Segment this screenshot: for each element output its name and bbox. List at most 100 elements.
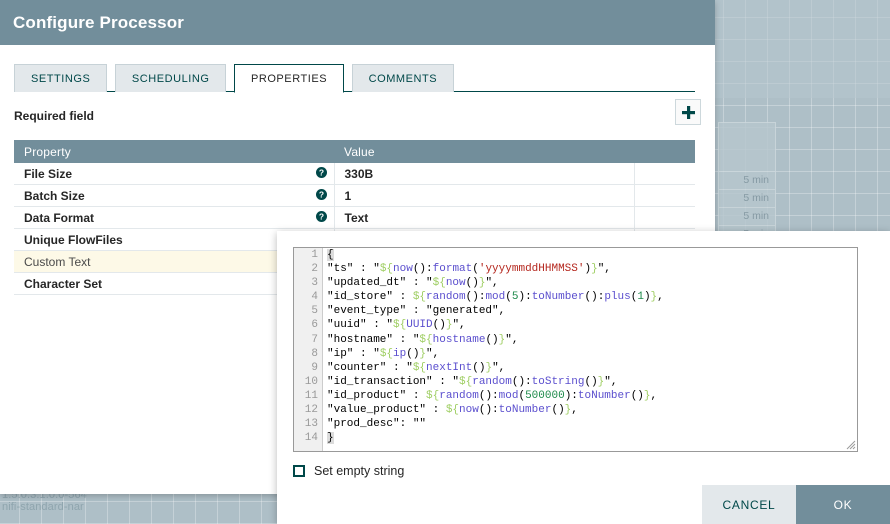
tab-properties[interactable]: PROPERTIES: [233, 64, 345, 93]
code-token: (): [630, 389, 644, 402]
code-token: ${: [379, 347, 394, 360]
code-token: "uuid" : ": [327, 319, 394, 332]
property-name-cell[interactable]: Data Format ?: [14, 206, 334, 229]
code-token: }: [591, 263, 598, 276]
cancel-button[interactable]: CANCEL: [702, 485, 796, 524]
tab-scheduling[interactable]: SCHEDULING: [114, 64, 227, 92]
column-header-value: Value: [334, 140, 695, 163]
code-token: mod: [485, 291, 506, 304]
code-token: (): [485, 333, 499, 346]
code-token: "id_store" :: [327, 291, 413, 304]
code-token: random: [426, 291, 466, 304]
code-token: ",: [452, 319, 466, 332]
property-value-cell[interactable]: 330B: [333, 163, 634, 185]
code-token: toString: [531, 375, 585, 388]
resize-grip-icon[interactable]: [844, 438, 856, 450]
code-token: "value_product" :: [327, 404, 446, 417]
version-artifact: nifi-standard-nar: [2, 501, 84, 513]
code-token: now: [445, 277, 466, 290]
svg-text:?: ?: [318, 167, 323, 177]
code-token: ",: [485, 277, 499, 290]
code-token: ():: [478, 404, 499, 417]
code-line[interactable]: "id_transaction" : "${random():toString(…: [325, 375, 857, 389]
property-name-cell[interactable]: Batch Size ?: [14, 184, 334, 207]
code-token: ():: [412, 263, 433, 276]
code-line[interactable]: "id_store" : ${random():mod(5):toNumber(…: [325, 290, 857, 304]
property-name: File Size: [24, 166, 73, 181]
property-action-cell[interactable]: [633, 184, 695, 207]
code-token: now: [393, 263, 413, 276]
code-token: ${: [445, 404, 460, 417]
code-token: (): [432, 319, 446, 332]
code-line[interactable]: "ts" : "${now():format('yyyymmddHHMMSS')…: [325, 262, 857, 276]
code-line[interactable]: "updated_dt" : "${now()}",: [325, 276, 857, 290]
property-name-cell[interactable]: File Size ?: [14, 163, 334, 185]
table-header-row: Property Value: [14, 140, 695, 163]
line-number: 12: [304, 404, 318, 417]
code-token: }: [643, 389, 651, 402]
line-number: 11: [304, 389, 318, 402]
value-editor-footer: CANCEL OK: [277, 485, 890, 524]
line-number: 13: [304, 418, 318, 431]
code-line[interactable]: "counter" : "${nextInt()}",: [325, 361, 857, 375]
set-empty-string-label: Set empty string: [314, 464, 405, 478]
code-line[interactable]: "prod_desc": "": [325, 417, 857, 431]
table-row[interactable]: File Size ? 330B: [14, 163, 695, 185]
line-number: 2: [311, 263, 318, 276]
add-property-button[interactable]: [675, 99, 701, 125]
code-token: ,: [657, 291, 664, 304]
code-line[interactable]: {: [325, 248, 857, 262]
set-empty-string-checkbox[interactable]: [293, 465, 305, 477]
code-token: "updated_dt" : ": [327, 277, 433, 290]
line-number: 14: [304, 432, 318, 445]
code-token: (): [551, 404, 565, 417]
code-token: ():: [584, 291, 605, 304]
tab-bar: SETTINGS SCHEDULING PROPERTIES COMMENTS: [14, 63, 695, 93]
code-line[interactable]: "uuid" : "${UUID()}",: [325, 318, 857, 332]
code-line[interactable]: "id_product" : ${random():mod(500000):to…: [325, 389, 857, 403]
value-editor-body: 1 2 3 4 5 6 7 8 9 10 11 12 13 14 {"ts" : "${now():for…: [277, 231, 890, 480]
code-line[interactable]: "value_product" : ${now():toNumber()},: [325, 403, 857, 417]
code-editor[interactable]: 1 2 3 4 5 6 7 8 9 10 11 12 13 14 {"ts" : "${now():for…: [293, 247, 858, 452]
value-editor-dialog: 1 2 3 4 5 6 7 8 9 10 11 12 13 14 {"ts" : "${now():for…: [277, 231, 890, 524]
help-icon[interactable]: ?: [315, 210, 327, 222]
code-token: (): [465, 277, 479, 290]
processor-stat-row: 5 min: [719, 207, 775, 225]
line-number: 1: [311, 249, 318, 261]
property-name: Data Format: [24, 210, 95, 225]
code-line[interactable]: "event_type" : "generated",: [325, 304, 857, 318]
background-processor-node[interactable]: 5 min 5 min 5 min 5 min: [718, 122, 776, 240]
code-line[interactable]: }: [325, 431, 857, 445]
line-number: 6: [311, 319, 318, 332]
property-name: Custom Text: [24, 254, 91, 269]
code-token: mod: [498, 389, 519, 402]
plus-icon: [681, 105, 695, 119]
code-token: ():: [465, 291, 486, 304]
code-token: ${: [412, 291, 427, 304]
ok-button[interactable]: OK: [796, 485, 890, 524]
code-token: ${: [459, 375, 473, 388]
help-icon[interactable]: ?: [315, 188, 327, 200]
help-icon[interactable]: ?: [315, 166, 327, 178]
code-token: }: [327, 432, 334, 445]
table-row[interactable]: Batch Size ? 1: [14, 184, 695, 207]
tab-comments[interactable]: COMMENTS: [351, 64, 455, 92]
line-number: 7: [311, 333, 318, 346]
property-action-cell[interactable]: [633, 206, 695, 229]
code-line[interactable]: "hostname" : "${hostname()}",: [325, 333, 857, 347]
code-line[interactable]: "ip" : "${ip()}",: [325, 347, 857, 361]
code-token: ,: [571, 404, 578, 417]
table-row[interactable]: Data Format ? Text: [14, 206, 695, 229]
code-token: "prod_desc": "": [327, 418, 427, 431]
property-value-cell[interactable]: 1: [333, 184, 634, 207]
code-token: random: [472, 375, 512, 388]
tab-settings[interactable]: SETTINGS: [14, 64, 108, 92]
code-content[interactable]: {"ts" : "${now():format('yyyymmddHHMMSS'…: [325, 248, 857, 451]
property-value-cell[interactable]: Text: [333, 206, 634, 229]
code-token: "id_product" :: [327, 389, 427, 402]
property-action-cell[interactable]: [633, 163, 695, 185]
code-token: ",: [597, 263, 611, 276]
code-token: now: [459, 404, 479, 417]
required-field-row: Required field: [14, 99, 701, 134]
code-token: hostname: [432, 333, 486, 346]
